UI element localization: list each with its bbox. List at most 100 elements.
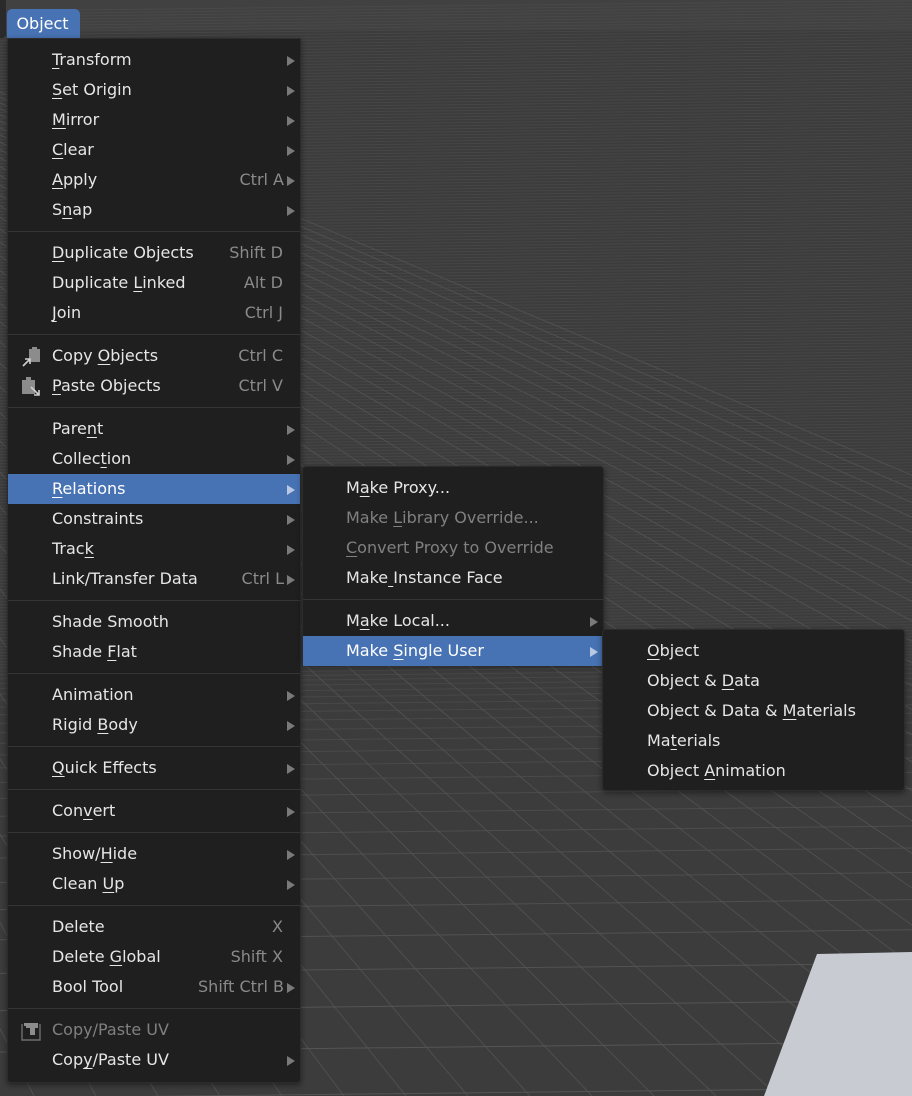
menu-item-show-hide[interactable]: Show/Hide	[8, 839, 300, 869]
menu-item-transform[interactable]: Transform	[8, 45, 300, 75]
submenu-arrow-icon	[287, 425, 295, 435]
menu-item-convert-proxy-to-override: Convert Proxy to Override	[303, 533, 603, 563]
submenu-arrow-icon	[287, 116, 295, 126]
menu-item-label: Link/Transfer Data	[52, 569, 198, 588]
menu-separator	[8, 667, 300, 680]
menu-item-shade-flat[interactable]: Shade Flat	[8, 637, 300, 667]
menu-item-object-animation[interactable]: Object Animation	[603, 756, 904, 786]
menu-item-make-instance-face[interactable]: Make Instance Face	[303, 563, 603, 593]
submenu-arrow-icon	[287, 575, 295, 585]
menu-item-materials[interactable]: Materials	[603, 726, 904, 756]
menu-item-label: Copy Objects	[52, 346, 159, 365]
menu-item-label: Make Library Override...	[346, 508, 539, 527]
menu-item-label: Clear	[52, 140, 94, 159]
menu-item-clean-up[interactable]: Clean Up	[8, 869, 300, 899]
menu-item-make-local[interactable]: Make Local...	[303, 606, 603, 636]
shortcut-label: Ctrl J	[244, 303, 283, 322]
menu-item-convert[interactable]: Convert	[8, 796, 300, 826]
submenu-arrow-icon	[287, 176, 295, 186]
submenu-arrow-icon	[590, 617, 598, 627]
menu-separator	[8, 225, 300, 238]
menu-item-set-origin[interactable]: Set Origin	[8, 75, 300, 105]
menu-item-label: Join	[52, 303, 82, 322]
menu-item-make-single-user[interactable]: Make Single User	[303, 636, 603, 666]
menu-item-join[interactable]: Join Ctrl J	[8, 298, 300, 328]
menu-item-bool-tool[interactable]: Bool Tool Shift Ctrl B	[8, 972, 300, 1002]
submenu-arrow-icon	[287, 485, 295, 495]
menu-item-make-library-override: Make Library Override...	[303, 503, 603, 533]
paste-icon	[20, 376, 42, 398]
header-bar	[0, 0, 6, 38]
menu-item-track[interactable]: Track	[8, 534, 300, 564]
menu-item-copy-paste-uv[interactable]: Copy/Paste UV	[8, 1045, 300, 1075]
menu-item-label: Shade Flat	[52, 642, 137, 661]
menu-item-object[interactable]: Object	[603, 636, 904, 666]
menu-item-label: Animation	[52, 685, 134, 704]
submenu-arrow-icon	[287, 146, 295, 156]
menu-separator	[8, 401, 300, 414]
submenu-arrow-icon	[287, 983, 295, 993]
menu-item-relations[interactable]: Relations	[8, 474, 300, 504]
menu-item-label: Object & Data	[647, 671, 760, 690]
submenu-arrow-icon	[287, 206, 295, 216]
menu-item-delete-global[interactable]: Delete Global Shift X	[8, 942, 300, 972]
menu-item-paste-objects[interactable]: Paste Objects Ctrl V	[8, 371, 300, 401]
menu-item-object-data-materials[interactable]: Object & Data & Materials	[603, 696, 904, 726]
menu-separator	[8, 328, 300, 341]
menu-item-rigid-body[interactable]: Rigid Body	[8, 710, 300, 740]
menu-item-animation[interactable]: Animation	[8, 680, 300, 710]
menu-item-label: Snap	[52, 200, 93, 219]
submenu-arrow-icon	[287, 455, 295, 465]
menu-item-label: Copy/Paste UV	[52, 1050, 169, 1069]
shortcut-label: Ctrl L	[241, 569, 284, 588]
menu-item-duplicate-objects[interactable]: Duplicate Objects Shift D	[8, 238, 300, 268]
submenu-arrow-icon	[287, 850, 295, 860]
menu-item-label: Make Single User	[346, 641, 484, 660]
shortcut-label: Shift Ctrl B	[198, 977, 284, 996]
menu-item-label: Rigid Body	[52, 715, 138, 734]
submenu-arrow-icon	[287, 545, 295, 555]
menu-item-snap[interactable]: Snap	[8, 195, 300, 225]
menu-item-quick-effects[interactable]: Quick Effects	[8, 753, 300, 783]
menu-item-label: Clean Up	[52, 874, 125, 893]
object-menu-button[interactable]: Object	[7, 9, 80, 38]
shortcut-label: X	[272, 917, 283, 936]
menu-item-apply[interactable]: Apply Ctrl A	[8, 165, 300, 195]
menu-item-label: Shade Smooth	[52, 612, 169, 631]
menu-item-label: Set Origin	[52, 80, 132, 99]
submenu-arrow-icon	[287, 515, 295, 525]
menu-item-collection[interactable]: Collection	[8, 444, 300, 474]
menu-item-constraints[interactable]: Constraints	[8, 504, 300, 534]
shortcut-label: Ctrl C	[238, 346, 283, 365]
menu-item-copy-paste-uv: Copy/Paste UV	[8, 1015, 300, 1045]
menu-item-label: Object	[647, 641, 700, 660]
menu-item-label: Mirror	[52, 110, 100, 129]
menu-item-clear[interactable]: Clear	[8, 135, 300, 165]
make-single-user-submenu: Object Object & Data Object & Data & Mater…	[602, 629, 905, 791]
submenu-arrow-icon	[287, 691, 295, 701]
menu-item-parent[interactable]: Parent	[8, 414, 300, 444]
menu-item-copy-objects[interactable]: Copy Objects Ctrl C	[8, 341, 300, 371]
menu-item-duplicate-linked[interactable]: Duplicate Linked Alt D	[8, 268, 300, 298]
menu-item-label: Make Proxy...	[346, 478, 451, 497]
menu-item-label: Transform	[52, 50, 132, 69]
submenu-arrow-icon	[287, 56, 295, 66]
menu-item-delete[interactable]: Delete X	[8, 912, 300, 942]
menu-item-label: Parent	[52, 419, 104, 438]
menu-item-label: Relations	[52, 479, 126, 498]
submenu-arrow-icon	[287, 86, 295, 96]
menu-item-label: Apply	[52, 170, 98, 189]
menu-item-object-data[interactable]: Object & Data	[603, 666, 904, 696]
menu-item-label: Constraints	[52, 509, 144, 528]
menu-item-shade-smooth[interactable]: Shade Smooth	[8, 607, 300, 637]
menu-item-mirror[interactable]: Mirror	[8, 105, 300, 135]
menu-item-label: Object & Data & Materials	[647, 701, 856, 720]
menu-separator	[8, 594, 300, 607]
menu-separator	[303, 593, 603, 606]
menu-item-label: Object Animation	[647, 761, 786, 780]
menu-item-make-proxy[interactable]: Make Proxy...	[303, 473, 603, 503]
submenu-arrow-icon	[287, 807, 295, 817]
shortcut-label: Ctrl A	[239, 170, 285, 189]
menu-item-link-transfer-data[interactable]: Link/Transfer Data Ctrl L	[8, 564, 300, 594]
uv-copy-paste-icon	[20, 1020, 42, 1042]
